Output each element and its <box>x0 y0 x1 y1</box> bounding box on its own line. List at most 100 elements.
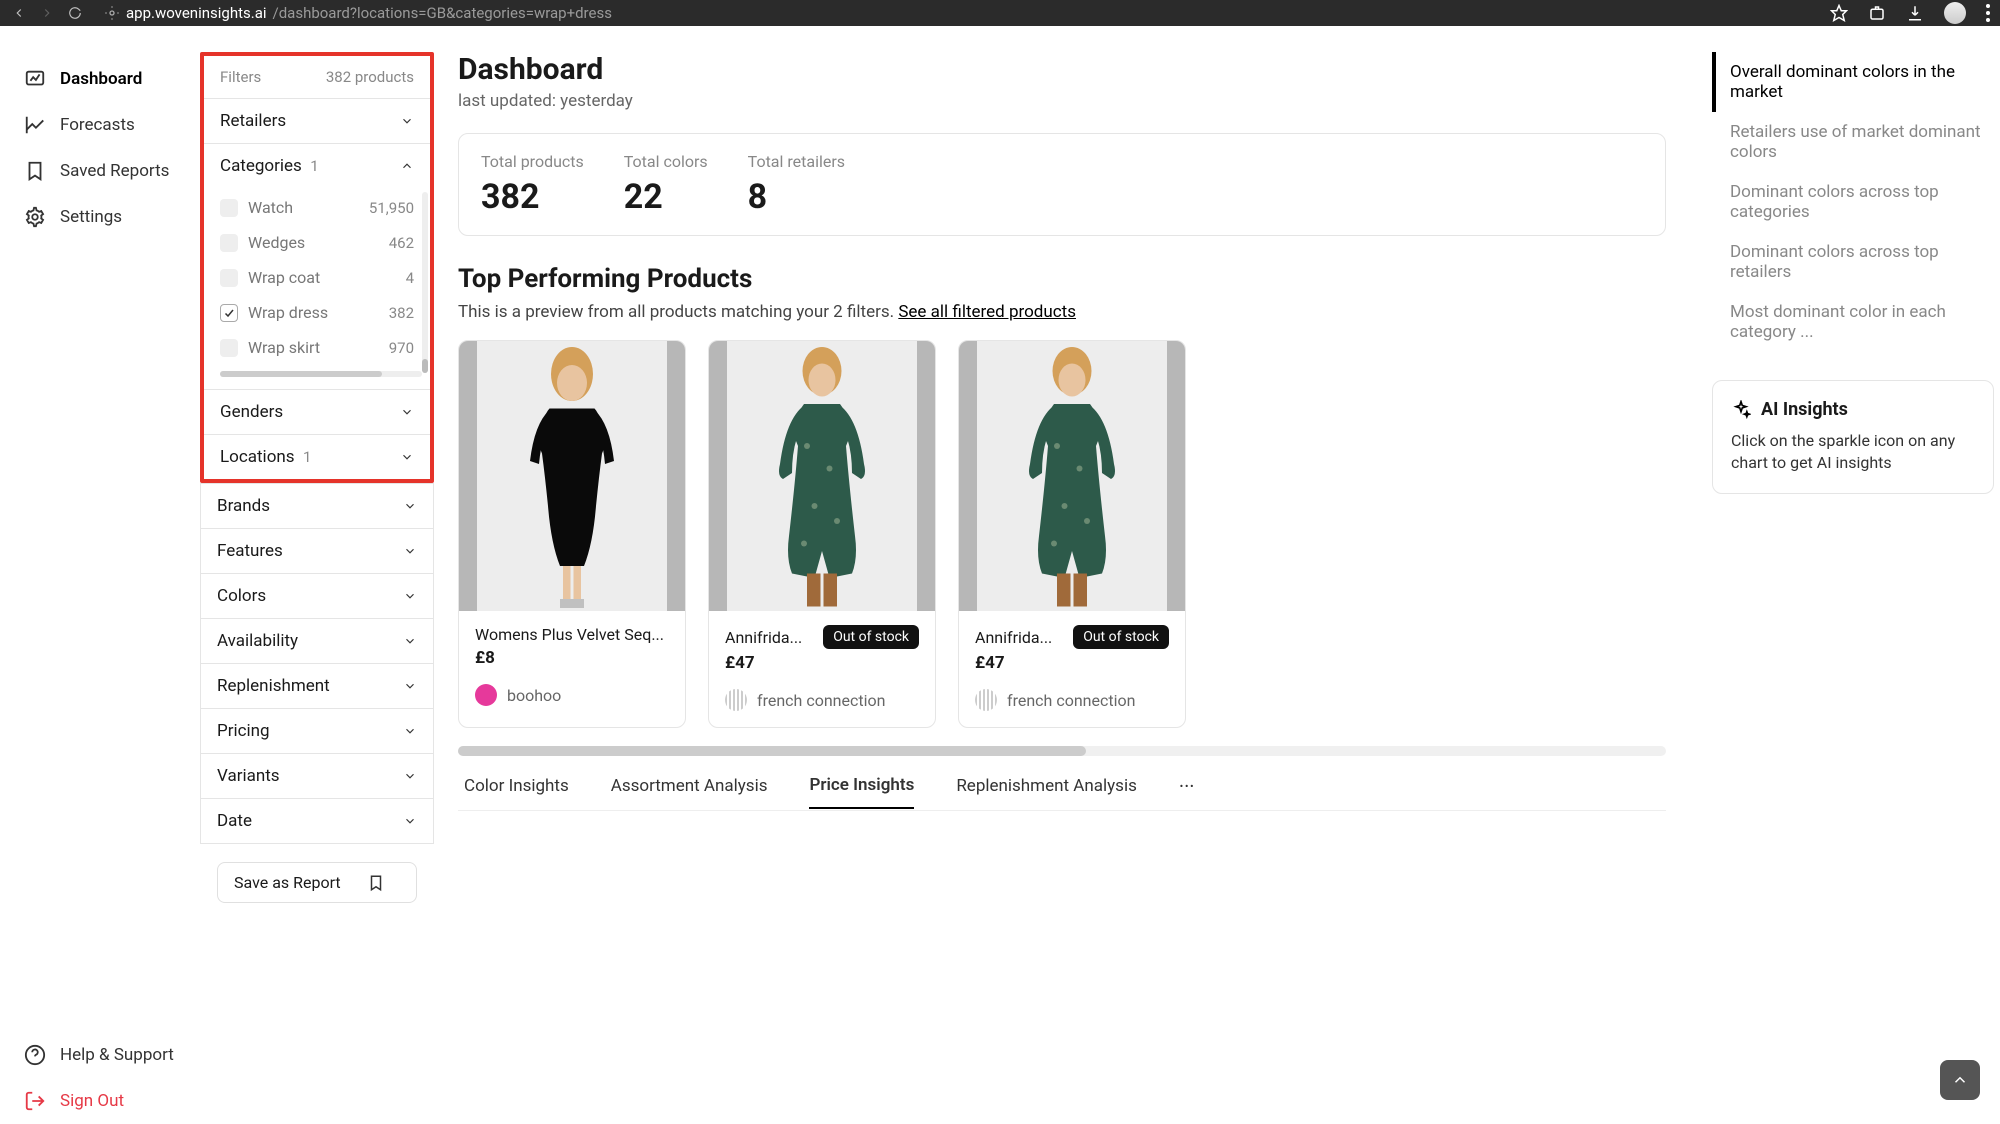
nav-signout-label: Sign Out <box>60 1091 124 1111</box>
chevron-down-icon <box>403 634 417 648</box>
product-price: £47 <box>975 653 1169 673</box>
out-of-stock-badge: Out of stock <box>823 625 919 649</box>
page-title: Dashboard <box>458 52 1666 87</box>
ai-heading: AI Insights <box>1761 399 1848 420</box>
product-name: Annifrida... <box>975 628 1065 647</box>
product-name: Womens Plus Velvet Seq... <box>475 625 669 644</box>
download-icon[interactable] <box>1906 4 1924 22</box>
product-cards: Womens Plus Velvet Seq... £8 boohoo Anni… <box>458 340 1666 728</box>
filter-features[interactable]: Features <box>201 529 433 573</box>
checkbox[interactable] <box>220 304 238 322</box>
filter-variants[interactable]: Variants <box>201 754 433 798</box>
save-report-button[interactable]: Save as Report <box>217 862 417 903</box>
tab-assortment-analysis[interactable]: Assortment Analysis <box>611 776 768 808</box>
categories-hscroll[interactable] <box>220 371 422 377</box>
scroll-top-button[interactable] <box>1940 1060 1980 1100</box>
toc-item[interactable]: Overall dominant colors in the market <box>1712 52 1994 112</box>
retailer-dot <box>725 689 747 711</box>
categories-vscroll[interactable] <box>422 192 428 373</box>
category-wrap-coat[interactable]: Wrap coat4 <box>218 260 424 295</box>
signout-icon <box>24 1090 46 1112</box>
filter-replenishment[interactable]: Replenishment <box>201 664 433 708</box>
tab-replenishment-analysis[interactable]: Replenishment Analysis <box>956 776 1137 808</box>
forecasts-icon <box>24 114 46 136</box>
product-image <box>709 341 935 611</box>
cards-hscroll[interactable] <box>458 746 1666 756</box>
filter-availability[interactable]: Availability <box>201 619 433 663</box>
nav-signout[interactable]: Sign Out <box>0 1078 200 1124</box>
checkbox[interactable] <box>220 199 238 217</box>
forward-icon[interactable] <box>40 6 54 20</box>
stat-total-colors: Total colors22 <box>624 152 708 217</box>
nav-help[interactable]: Help & Support <box>0 1032 200 1078</box>
filter-retailers[interactable]: Retailers <box>204 99 430 143</box>
filter-date[interactable]: Date <box>201 799 433 843</box>
url-bar[interactable]: app.woveninsights.ai/dashboard?locations… <box>104 4 612 22</box>
nav-saved-reports[interactable]: Saved Reports <box>0 148 200 194</box>
nav-forecasts[interactable]: Forecasts <box>0 102 200 148</box>
chevron-down-icon <box>400 405 414 419</box>
product-price: £47 <box>725 653 919 673</box>
category-wrap-skirt[interactable]: Wrap skirt970 <box>218 330 424 365</box>
toc-item[interactable]: Dominant colors across top retailers <box>1712 232 1994 292</box>
filter-pricing[interactable]: Pricing <box>201 709 433 753</box>
star-icon[interactable] <box>1830 4 1848 22</box>
filter-locations[interactable]: Locations 1 <box>204 435 430 479</box>
left-nav: DashboardForecastsSaved ReportsSettings … <box>0 26 200 1124</box>
product-image <box>959 341 1185 611</box>
top-products-heading: Top Performing Products <box>458 264 1666 294</box>
back-icon[interactable] <box>12 6 26 20</box>
stats-row: Total products382Total colors22Total ret… <box>458 133 1666 236</box>
toc-item[interactable]: Most dominant color in each category ... <box>1712 292 1994 352</box>
nav-settings[interactable]: Settings <box>0 194 200 240</box>
filter-categories[interactable]: Categories 1 <box>204 144 430 188</box>
retailer-dot <box>975 689 997 711</box>
chevron-up-icon <box>400 159 414 173</box>
product-card[interactable]: Annifrida...Out of stock £47 french conn… <box>958 340 1186 728</box>
see-all-link[interactable]: See all filtered products <box>898 302 1076 322</box>
product-card[interactable]: Womens Plus Velvet Seq... £8 boohoo <box>458 340 686 728</box>
tab-color-insights[interactable]: Color Insights <box>464 776 569 808</box>
category-watch[interactable]: Watch51,950 <box>218 190 424 225</box>
extensions-icon[interactable] <box>1868 4 1886 22</box>
filter-colors[interactable]: Colors <box>201 574 433 618</box>
tab-price-insights[interactable]: Price Insights <box>809 775 914 809</box>
checkbox[interactable] <box>220 269 238 287</box>
filter-genders[interactable]: Genders <box>204 390 430 434</box>
last-updated: last updated: yesterday <box>458 91 1666 111</box>
url-path: /dashboard?locations=GB&categories=wrap+… <box>273 4 612 22</box>
chevron-down-icon <box>403 544 417 558</box>
category-wrap-dress[interactable]: Wrap dress382 <box>218 295 424 330</box>
url-host: app.woveninsights.ai <box>126 4 267 22</box>
filters-label: Filters <box>220 68 261 86</box>
product-card[interactable]: Annifrida...Out of stock £47 french conn… <box>708 340 936 728</box>
chevron-down-icon <box>403 589 417 603</box>
filters-product-count: 382 products <box>326 68 414 86</box>
profile-avatar[interactable] <box>1944 2 1966 24</box>
nav-dashboard[interactable]: Dashboard <box>0 56 200 102</box>
chevron-down-icon <box>403 814 417 828</box>
product-retailer: french connection <box>975 689 1169 711</box>
site-settings-icon <box>104 5 120 21</box>
menu-dots-icon[interactable] <box>1986 4 1990 22</box>
toc-item[interactable]: Dominant colors across top categories <box>1712 172 1994 232</box>
reload-icon[interactable] <box>68 6 82 20</box>
checkbox[interactable] <box>220 234 238 252</box>
filter-brands[interactable]: Brands <box>201 484 433 528</box>
tab-more[interactable]: ··· <box>1179 774 1195 810</box>
right-panel: Overall dominant colors in the marketRet… <box>1690 26 2000 1124</box>
toc-item[interactable]: Retailers use of market dominant colors <box>1712 112 1994 172</box>
nav-help-label: Help & Support <box>60 1045 174 1065</box>
preview-text: This is a preview from all products matc… <box>458 302 1666 322</box>
browser-bar: app.woveninsights.ai/dashboard?locations… <box>0 0 2000 26</box>
sparkle-icon <box>1731 400 1751 420</box>
checkbox[interactable] <box>220 339 238 357</box>
chevron-down-icon <box>403 769 417 783</box>
category-wedges[interactable]: Wedges462 <box>218 225 424 260</box>
retailer-dot <box>475 684 497 706</box>
chevron-down-icon <box>400 450 414 464</box>
gear-icon <box>24 206 46 228</box>
chevron-down-icon <box>403 724 417 738</box>
stat-total-products: Total products382 <box>481 152 584 217</box>
bookmark-icon <box>367 874 385 892</box>
